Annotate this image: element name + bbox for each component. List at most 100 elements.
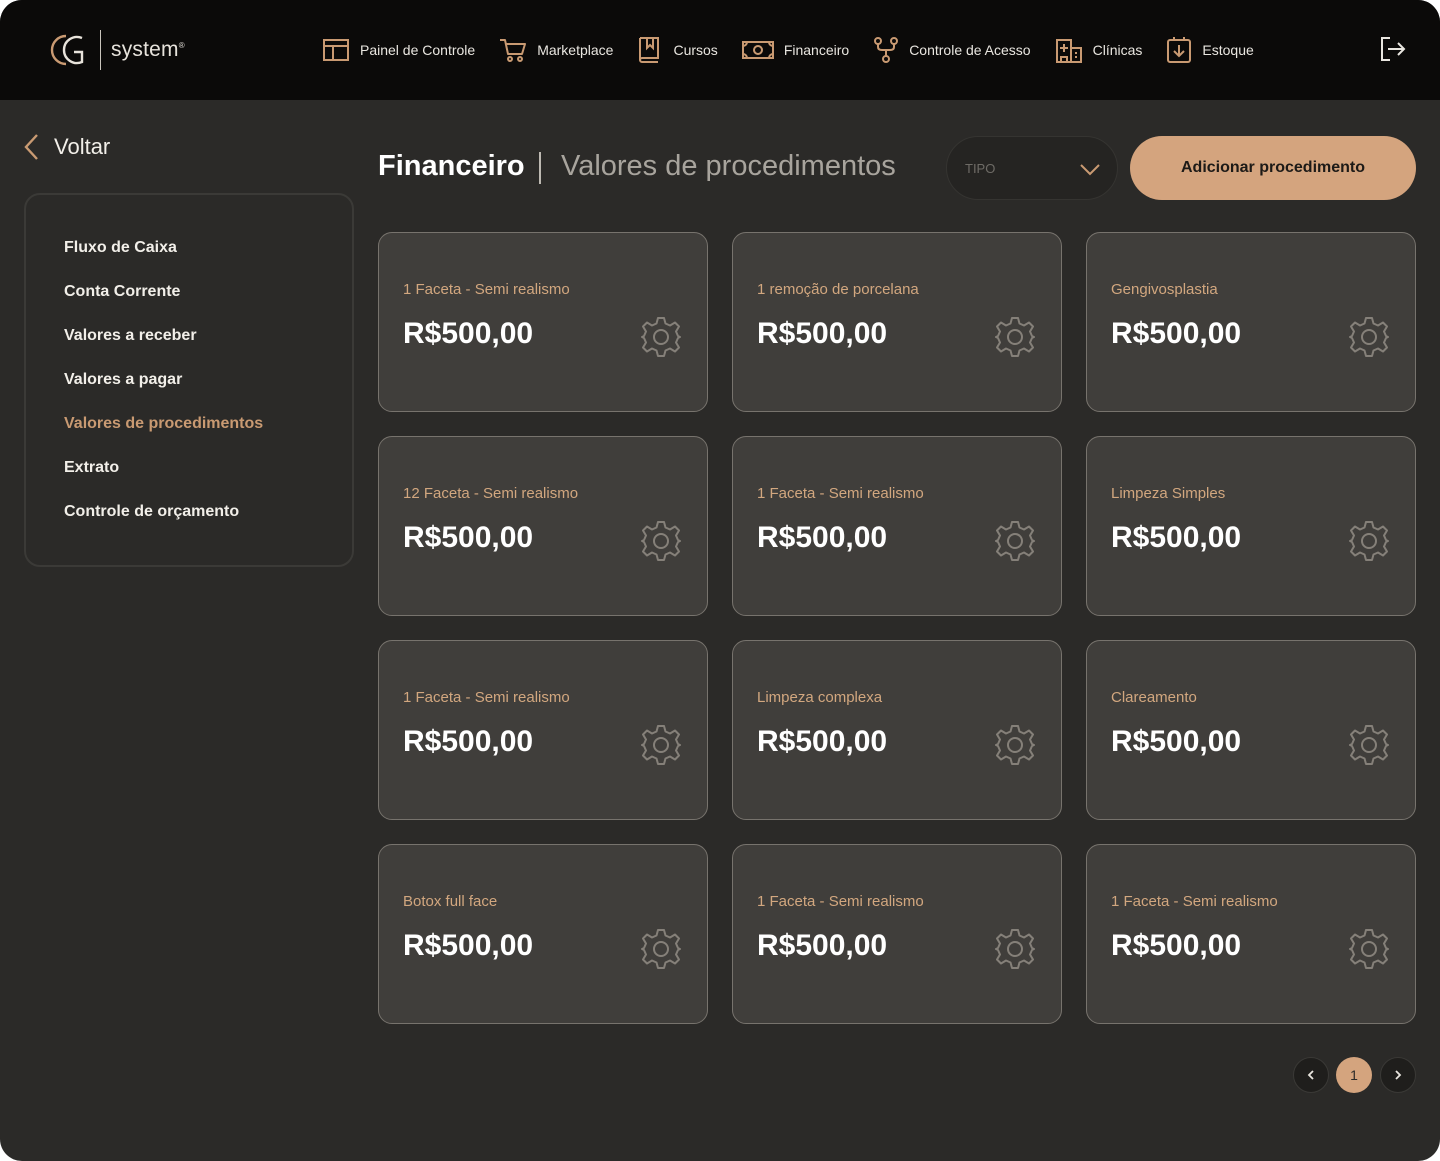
- pagination-page-current[interactable]: 1: [1336, 1057, 1372, 1093]
- settings-gear-icon[interactable]: [639, 927, 683, 971]
- type-select-placeholder: TIPO: [965, 161, 996, 176]
- back-label: Voltar: [54, 134, 111, 159]
- nav-item-label: Estoque: [1202, 42, 1254, 58]
- settings-gear-icon[interactable]: [993, 519, 1037, 563]
- page-subtitle: Valores de procedimentos: [561, 150, 896, 182]
- settings-gear-icon[interactable]: [639, 315, 683, 359]
- top-navigation-bar: system® Painel de Controle Marketplace C…: [0, 0, 1440, 100]
- type-select[interactable]: TIPO: [946, 136, 1118, 200]
- nav-item-label: Painel de Controle: [360, 42, 476, 58]
- nav-item-estoque[interactable]: Estoque: [1166, 36, 1254, 64]
- fork-icon: [874, 37, 899, 63]
- nav-item-cursos[interactable]: Cursos: [637, 36, 718, 64]
- dashboard-icon: [323, 39, 349, 61]
- logo-divider: [100, 30, 101, 70]
- procedure-name: 1 Faceta - Semi realismo: [757, 485, 924, 502]
- procedure-name: Limpeza Simples: [1111, 485, 1226, 502]
- procedure-value: R$500,00: [403, 521, 534, 554]
- sidebar-item-valores-a-receber[interactable]: Valores a receber: [64, 327, 197, 345]
- procedure-name: Limpeza complexa: [757, 689, 883, 706]
- procedure-name: Gengivosplastia: [1111, 281, 1218, 298]
- settings-gear-icon[interactable]: [1347, 519, 1391, 563]
- back-button[interactable]: Voltar: [22, 132, 110, 162]
- procedure-value: R$500,00: [757, 521, 888, 554]
- procedure-value: R$500,00: [403, 929, 534, 962]
- nav-item-clinicas[interactable]: Clínicas: [1055, 36, 1143, 64]
- procedure-card[interactable]: Clareamento R$500,00: [1086, 640, 1416, 820]
- title-divider: [539, 152, 541, 184]
- procedure-value: R$500,00: [757, 317, 888, 350]
- procedure-card[interactable]: 1 Faceta - Semi realismo R$500,00: [378, 232, 708, 412]
- sidebar-item-extrato[interactable]: Extrato: [64, 459, 119, 477]
- nav-item-controle-acesso[interactable]: Controle de Acesso: [873, 36, 1031, 64]
- finance-sidebar: Fluxo de Caixa Conta Corrente Valores a …: [24, 193, 354, 567]
- procedure-name: 1 Faceta - Semi realismo: [757, 893, 924, 910]
- procedure-card[interactable]: 1 Faceta - Semi realismo R$500,00: [732, 436, 1062, 616]
- procedure-value: R$500,00: [757, 725, 888, 758]
- procedure-card[interactable]: 1 Faceta - Semi realismo R$500,00: [378, 640, 708, 820]
- procedure-name: Clareamento: [1111, 689, 1197, 706]
- procedure-card[interactable]: Limpeza complexa R$500,00: [732, 640, 1062, 820]
- procedure-name: 12 Faceta - Semi realismo: [403, 485, 579, 502]
- procedure-value: R$500,00: [1111, 725, 1242, 758]
- procedure-value: R$500,00: [1111, 521, 1242, 554]
- procedure-card[interactable]: 1 remoção de porcelana R$500,00: [732, 232, 1062, 412]
- procedure-card[interactable]: Gengivosplastia R$500,00: [1086, 232, 1416, 412]
- procedure-name: Botox full face: [403, 893, 498, 910]
- download-box-icon: [1167, 37, 1192, 63]
- nav-item-label: Financeiro: [783, 42, 850, 58]
- procedure-name: 1 Faceta - Semi realismo: [403, 281, 570, 298]
- procedure-name: 1 remoção de porcelana: [757, 281, 919, 298]
- add-procedure-button[interactable]: Adicionar procedimento: [1130, 136, 1416, 200]
- procedure-card[interactable]: 1 Faceta - Semi realismo R$500,00: [732, 844, 1062, 1024]
- settings-gear-icon[interactable]: [993, 315, 1037, 359]
- settings-gear-icon[interactable]: [1347, 723, 1391, 767]
- sidebar-item-conta-corrente[interactable]: Conta Corrente: [64, 283, 180, 301]
- settings-gear-icon[interactable]: [639, 519, 683, 563]
- procedure-value: R$500,00: [757, 929, 888, 962]
- settings-gear-icon[interactable]: [1347, 927, 1391, 971]
- chevron-right-icon: [1395, 1070, 1402, 1080]
- procedure-value: R$500,00: [1111, 929, 1242, 962]
- nav-item-marketplace[interactable]: Marketplace: [499, 37, 613, 63]
- brand-logo[interactable]: system®: [44, 28, 185, 72]
- page-title: Financeiro: [378, 150, 525, 182]
- app-window: system® Painel de Controle Marketplace C…: [0, 0, 1440, 1161]
- procedure-card[interactable]: Botox full face R$500,00: [378, 844, 708, 1024]
- nav-item-label: Controle de Acesso: [909, 42, 1031, 58]
- settings-gear-icon[interactable]: [993, 723, 1037, 767]
- procedure-name: 1 Faceta - Semi realismo: [1111, 893, 1278, 910]
- settings-gear-icon[interactable]: [639, 723, 683, 767]
- pagination-prev-button[interactable]: [1293, 1057, 1329, 1093]
- chevron-down-icon: [1080, 164, 1100, 176]
- sidebar-item-fluxo-de-caixa[interactable]: Fluxo de Caixa: [64, 239, 177, 257]
- money-icon: [741, 41, 774, 59]
- chevron-left-icon: [24, 134, 38, 160]
- nav-item-label: Cursos: [673, 42, 718, 58]
- settings-gear-icon[interactable]: [1347, 315, 1391, 359]
- brand-name: system®: [111, 38, 185, 61]
- settings-gear-icon[interactable]: [993, 927, 1037, 971]
- procedure-value: R$500,00: [403, 317, 534, 350]
- building-icon: [1055, 39, 1082, 63]
- cart-icon: [500, 39, 527, 62]
- logout-icon[interactable]: [1378, 34, 1408, 64]
- nav-item-label: Clínicas: [1092, 42, 1143, 58]
- main-nav: Painel de Controle Marketplace Cursos Fi…: [322, 34, 1278, 66]
- nav-item-financeiro[interactable]: Financeiro: [741, 40, 850, 60]
- procedure-value: R$500,00: [1111, 317, 1242, 350]
- procedure-name: 1 Faceta - Semi realismo: [403, 689, 570, 706]
- procedure-value: R$500,00: [403, 725, 534, 758]
- brand-monogram-icon: [50, 34, 84, 66]
- procedure-card[interactable]: 1 Faceta - Semi realismo R$500,00: [1086, 844, 1416, 1024]
- sidebar-item-valores-a-pagar[interactable]: Valores a pagar: [64, 371, 182, 389]
- nav-item-painel[interactable]: Painel de Controle: [322, 38, 475, 62]
- sidebar-item-controle-de-orcamento[interactable]: Controle de orçamento: [64, 503, 239, 521]
- procedure-card[interactable]: Limpeza Simples R$500,00: [1086, 436, 1416, 616]
- procedure-card[interactable]: 12 Faceta - Semi realismo R$500,00: [378, 436, 708, 616]
- pagination-next-button[interactable]: [1380, 1057, 1416, 1093]
- chevron-left-icon: [1307, 1070, 1314, 1080]
- sidebar-item-valores-de-procedimentos[interactable]: Valores de procedimentos: [64, 415, 263, 433]
- nav-item-label: Marketplace: [537, 42, 614, 58]
- book-icon: [639, 37, 660, 63]
